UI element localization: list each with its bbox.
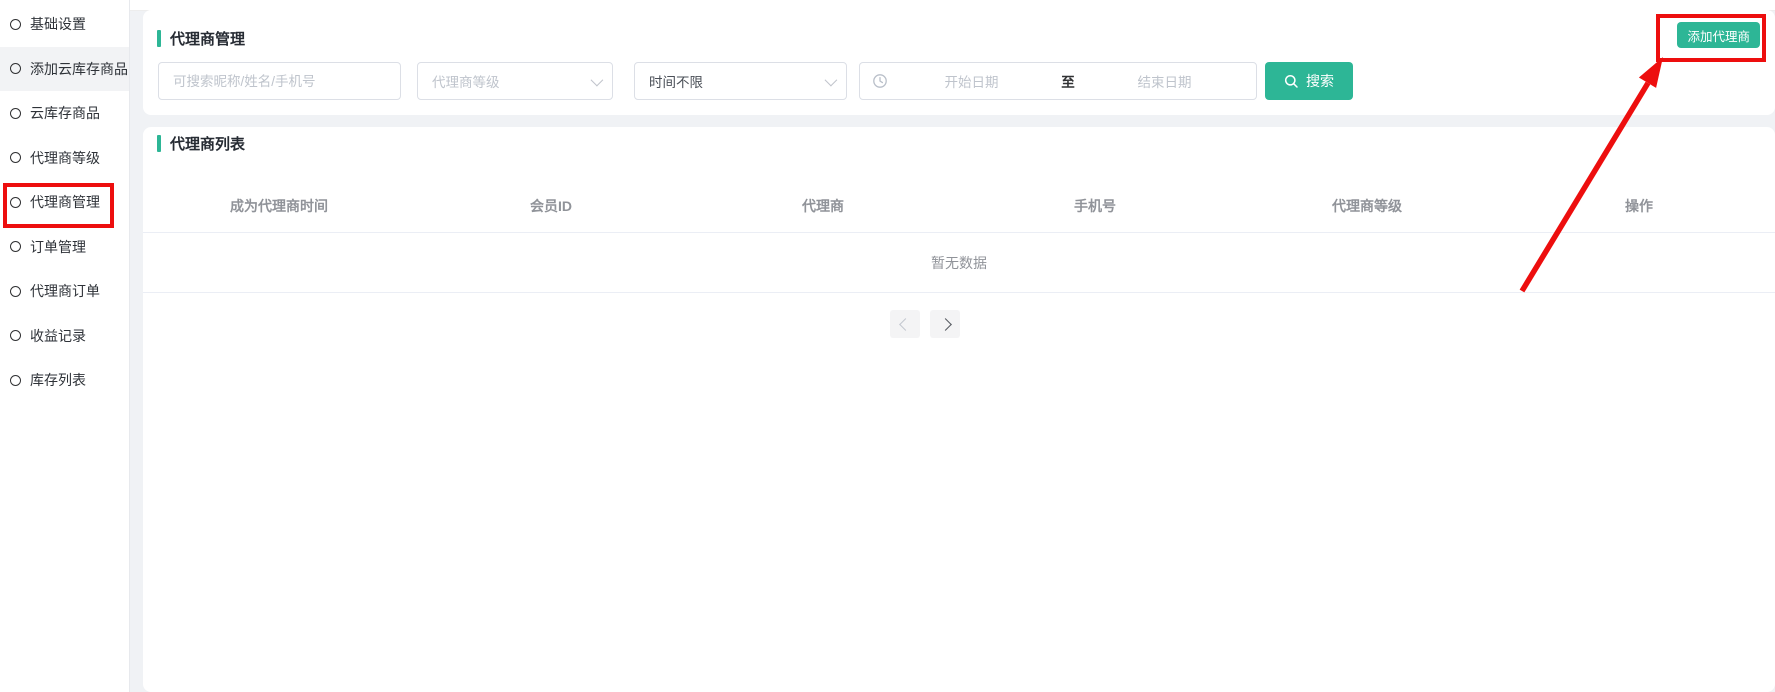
sidebar-item-label: 代理商订单 — [30, 281, 100, 301]
page-title: 代理商管理 — [170, 28, 245, 49]
sidebar-item-5[interactable]: 代理商管理 — [0, 180, 129, 225]
date-range-picker[interactable]: 开始日期 至 结束日期 — [859, 62, 1257, 100]
sidebar-item-7[interactable]: 代理商订单 — [0, 269, 129, 314]
agent-list-panel: 代理商列表 成为代理商时间会员ID代理商手机号代理商等级操作 暂无数据 — [143, 127, 1775, 692]
chevron-right-icon — [939, 318, 952, 331]
agent-management-panel: 代理商管理 添加代理商 代理商等级 时间不限 开始日期 至 结束日期 — [143, 10, 1775, 115]
table-column-header: 代理商 — [687, 196, 959, 216]
keyword-search-input[interactable] — [158, 62, 401, 100]
circle-bullet-icon — [10, 241, 21, 252]
pagination-next-button[interactable] — [930, 310, 960, 338]
sidebar-item-label: 添加云库存商品 — [30, 59, 128, 79]
add-agent-button-label: 添加代理商 — [1687, 26, 1750, 45]
date-range-separator: 至 — [1053, 71, 1083, 91]
table-header-row: 成为代理商时间会员ID代理商手机号代理商等级操作 — [143, 180, 1775, 233]
sidebar-item-8[interactable]: 收益记录 — [0, 314, 129, 359]
sidebar-item-6[interactable]: 订单管理 — [0, 225, 129, 270]
search-button-label: 搜索 — [1306, 71, 1334, 91]
sidebar: 基础设置添加云库存商品云库存商品代理商等级代理商管理订单管理代理商订单收益记录库… — [0, 0, 130, 692]
circle-bullet-icon — [10, 108, 21, 119]
table-column-header: 会员ID — [415, 196, 687, 216]
circle-bullet-icon — [10, 286, 21, 297]
sidebar-item-label: 代理商等级 — [30, 148, 100, 168]
chevron-left-icon — [899, 318, 912, 331]
table-column-header: 手机号 — [959, 196, 1231, 216]
title-accent-bar — [157, 135, 161, 152]
title-accent-bar — [157, 30, 161, 47]
empty-data-text: 暂无数据 — [931, 253, 987, 273]
circle-bullet-icon — [10, 152, 21, 163]
table-column-header: 成为代理商时间 — [143, 196, 415, 216]
sidebar-item-label: 订单管理 — [30, 237, 86, 257]
circle-bullet-icon — [10, 197, 21, 208]
circle-bullet-icon — [10, 330, 21, 341]
sidebar-item-4[interactable]: 代理商等级 — [0, 136, 129, 181]
sidebar-item-9[interactable]: 库存列表 — [0, 358, 129, 403]
add-agent-button[interactable]: 添加代理商 — [1677, 22, 1760, 48]
table-column-header: 代理商等级 — [1231, 196, 1503, 216]
filter-bar: 代理商等级 时间不限 开始日期 至 结束日期 搜索 — [143, 62, 1775, 100]
table-empty-row: 暂无数据 — [143, 233, 1775, 293]
sidebar-item-label: 基础设置 — [30, 14, 86, 34]
time-range-select[interactable]: 时间不限 — [634, 62, 847, 100]
sidebar-item-1[interactable]: 基础设置 — [0, 2, 129, 47]
time-range-select-value: 时间不限 — [649, 71, 825, 91]
chevron-down-icon — [825, 73, 838, 86]
sidebar-item-label: 云库存商品 — [30, 103, 100, 123]
circle-bullet-icon — [10, 375, 21, 386]
circle-bullet-icon — [10, 19, 21, 30]
panel-header: 代理商管理 — [157, 28, 245, 49]
list-header: 代理商列表 — [157, 133, 245, 154]
sidebar-item-2[interactable]: 添加云库存商品 — [0, 47, 129, 92]
sidebar-item-label: 库存列表 — [30, 370, 86, 390]
pagination-prev-button[interactable] — [890, 310, 920, 338]
pagination — [890, 310, 960, 338]
agent-level-select-placeholder: 代理商等级 — [432, 71, 591, 91]
search-icon — [1284, 74, 1299, 89]
end-date-field[interactable]: 结束日期 — [1083, 71, 1246, 91]
clock-icon — [872, 73, 888, 89]
circle-bullet-icon — [10, 63, 21, 74]
search-button[interactable]: 搜索 — [1265, 62, 1353, 100]
list-title: 代理商列表 — [170, 133, 245, 154]
sidebar-item-label: 收益记录 — [30, 326, 86, 346]
agent-level-select[interactable]: 代理商等级 — [417, 62, 613, 100]
sidebar-item-label: 代理商管理 — [30, 192, 100, 212]
start-date-field[interactable]: 开始日期 — [890, 71, 1053, 91]
sidebar-item-3[interactable]: 云库存商品 — [0, 91, 129, 136]
chevron-down-icon — [591, 73, 604, 86]
table-column-header: 操作 — [1503, 196, 1775, 216]
